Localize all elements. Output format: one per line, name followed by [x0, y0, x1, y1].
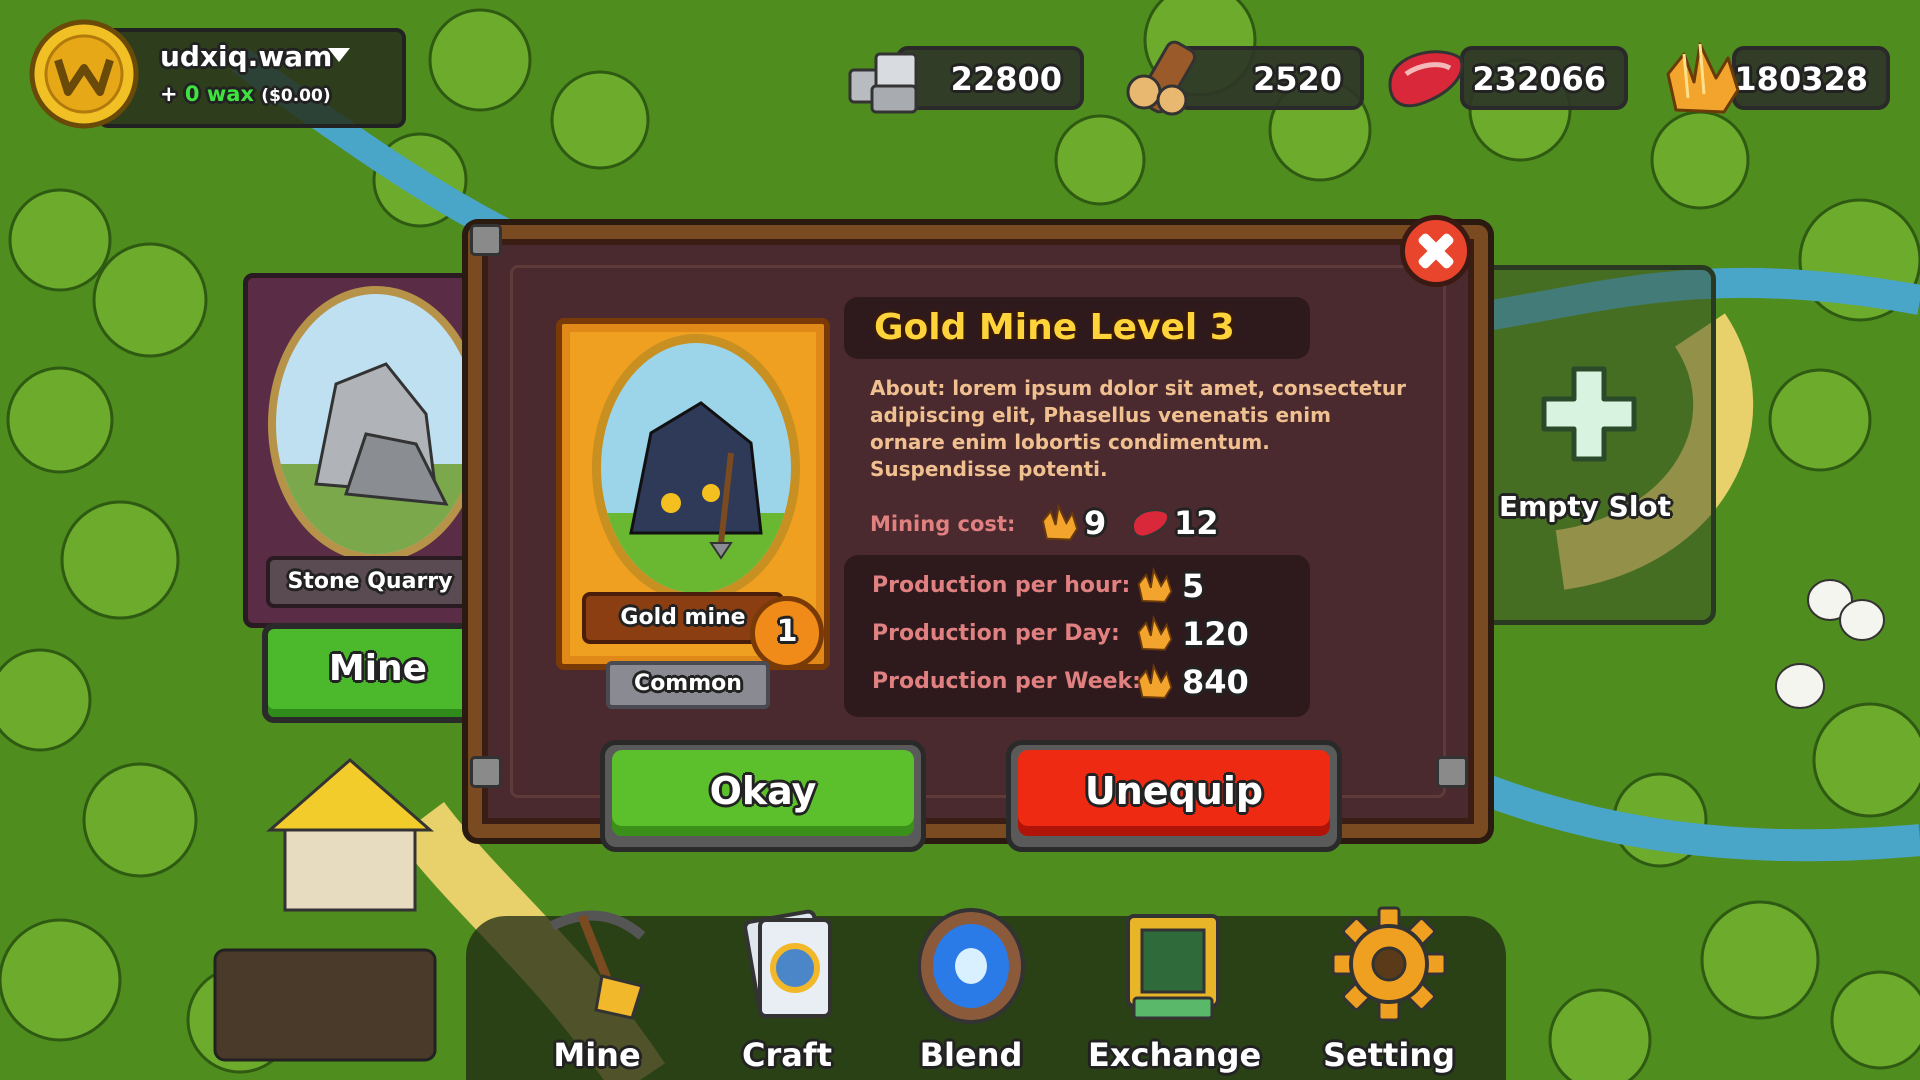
wood-icon: [1126, 40, 1197, 116]
production-value: 120: [1182, 615, 1249, 653]
nav-setting-label: Setting: [1323, 1036, 1455, 1074]
production-box: Production per hour: 5 Production per Da…: [844, 555, 1310, 717]
plus-icon[interactable]: [1539, 364, 1639, 464]
wallet-balance: + 0 wax ($0.00): [160, 82, 331, 106]
resource-gold: 180328: [1658, 42, 1898, 114]
wallet-name: udxiq.wam: [160, 40, 333, 73]
stone-quarry-card[interactable]: Stone Quarry: [243, 273, 493, 628]
resource-wood: 2520: [1122, 40, 1364, 116]
gold-mine-art: [592, 334, 800, 602]
nav-mine[interactable]: Mine: [512, 906, 682, 1080]
stone-quarry-mine-button[interactable]: Mine: [262, 623, 494, 723]
modal-corner-bolt: [470, 756, 502, 788]
stone-quarry-label: Stone Quarry: [266, 556, 474, 608]
nav-blend[interactable]: Blend: [886, 906, 1056, 1080]
resource-pill: 232066: [1460, 46, 1628, 110]
production-row: Production per Week: 840: [872, 659, 1302, 703]
unequip-button[interactable]: Unequip: [1006, 740, 1342, 852]
production-value: 840: [1182, 663, 1249, 701]
production-row: Production per hour: 5: [872, 563, 1302, 607]
account-panel[interactable]: udxiq.wam + 0 wax ($0.00): [28, 18, 406, 129]
mining-cost-label: Mining cost:: [870, 512, 1016, 536]
gold-crystal-icon: [1137, 566, 1173, 603]
gold-crystal-icon: [1137, 662, 1173, 699]
gold-crystal-icon: [1137, 614, 1173, 651]
mining-cost-gold: 9: [1084, 504, 1107, 542]
meat-icon: [1131, 509, 1169, 538]
modal-corner-bolt: [470, 224, 502, 256]
nav-blend-label: Blend: [919, 1036, 1023, 1074]
modal-title: Gold Mine Level 3: [874, 307, 1235, 348]
resource-meat: 232066: [1380, 42, 1628, 110]
craft-cards-icon: [743, 909, 832, 1019]
safe-icon: [1126, 914, 1220, 1020]
stone-quarry-art: [268, 286, 484, 562]
nav-exchange[interactable]: Exchange: [1088, 906, 1262, 1080]
okay-button[interactable]: Okay: [600, 740, 926, 852]
account-dropdown-icon[interactable]: [328, 48, 350, 62]
production-label: Production per Day:: [872, 621, 1120, 646]
balance-amount: 0: [184, 82, 200, 106]
wax-coin-icon: [29, 19, 139, 129]
portal-icon: [917, 908, 1025, 1024]
nav-mine-label: Mine: [553, 1036, 641, 1074]
resource-value: 232066: [1472, 60, 1606, 98]
mining-cost-row: Mining cost: 9 12: [870, 500, 1270, 548]
okay-button-label: Okay: [612, 750, 914, 836]
production-row: Production per Day: 120: [872, 611, 1302, 655]
modal-title-bar: Gold Mine Level 3: [844, 297, 1310, 359]
gold-mine-rock-icon: [601, 401, 791, 593]
gear-icon: [1331, 906, 1447, 1022]
production-label: Production per Week:: [872, 669, 1141, 694]
close-button[interactable]: [1400, 215, 1472, 287]
about-text: About: lorem ipsum dolor sit amet, conse…: [870, 376, 1406, 481]
resource-value: 2520: [1252, 60, 1342, 98]
balance-prefix: +: [160, 82, 178, 106]
mining-cost-meat: 12: [1174, 504, 1219, 542]
stone-icon: [848, 52, 918, 114]
resource-stone: 22800: [842, 42, 1084, 114]
gold-crystal-icon: [1041, 503, 1079, 541]
meat-icon: [1388, 50, 1464, 108]
quarry-rocks-icon: [276, 362, 476, 554]
nav-setting[interactable]: Setting: [1304, 906, 1474, 1080]
empty-slot-label: Empty Slot: [1498, 490, 1672, 523]
nav-exchange-label: Exchange: [1088, 1036, 1262, 1074]
nav-craft[interactable]: Craft: [702, 906, 872, 1080]
gold-crystal-icon: [1666, 42, 1740, 114]
pickaxe-icon: [549, 910, 646, 1020]
nav-craft-label: Craft: [741, 1036, 833, 1074]
modal-corner-bolt: [1436, 756, 1468, 788]
rarity-badge: Common: [606, 661, 770, 709]
balance-usd: ($0.00): [261, 86, 331, 106]
empty-slot[interactable]: Empty Slot: [1454, 265, 1716, 625]
unequip-button-label: Unequip: [1018, 750, 1330, 836]
resource-value: 22800: [950, 60, 1062, 98]
balance-currency: wax: [206, 82, 254, 106]
resource-value: 180328: [1734, 60, 1868, 98]
resource-pill: 180328: [1732, 46, 1890, 110]
card-level-badge: 1: [750, 596, 824, 670]
production-value: 5: [1182, 567, 1205, 605]
production-label: Production per hour:: [872, 573, 1131, 598]
